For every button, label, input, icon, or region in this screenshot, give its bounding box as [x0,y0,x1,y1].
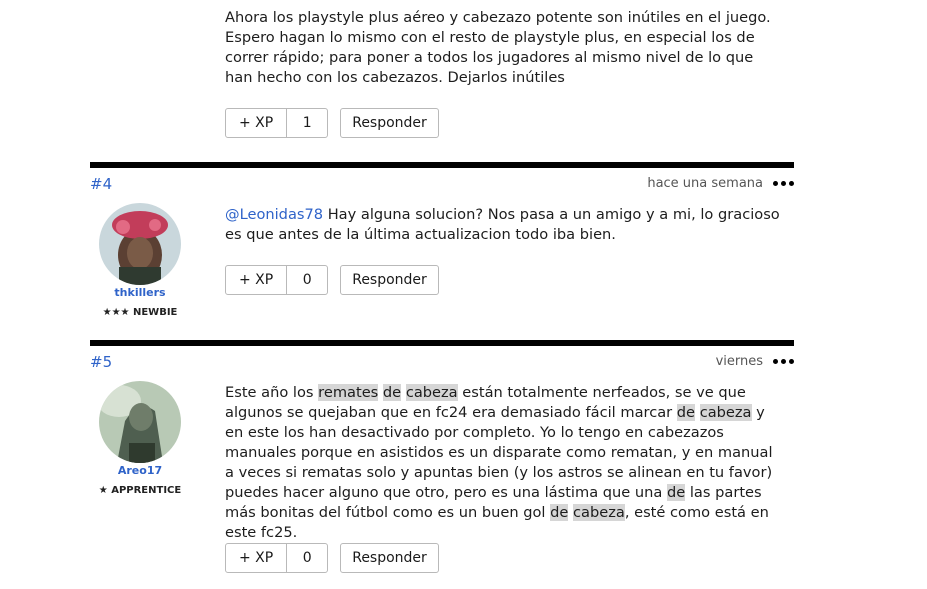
avatar[interactable] [99,203,181,285]
post-time: viernes [715,354,763,369]
post-body: Este año los remates de cabeza están tot… [225,383,785,543]
post-number[interactable]: #4 [90,175,112,193]
username-link[interactable]: thkillers [90,286,190,299]
search-highlight: de [666,484,686,501]
post-time: hace una semana [647,176,763,191]
post-divider [90,162,794,168]
post-number[interactable]: #5 [90,353,112,371]
xp-count: 0 [302,272,312,288]
add-xp-button[interactable]: + XP [226,544,288,572]
post-actions: + XP 0 Responder [225,265,439,295]
user-rank: ★★★ NEWBIE [102,307,178,318]
post-actions: + XP 0 Responder [225,543,439,573]
post-body: @Leonidas78 Hay alguna solucion? Nos pas… [225,205,785,245]
username-link[interactable]: Areo17 [90,464,190,477]
search-highlight: cabeza [405,384,458,401]
reply-button[interactable]: Responder [340,265,439,295]
search-highlight: de [676,404,696,421]
search-highlight: cabeza [699,404,752,421]
search-highlight: cabeza [573,504,625,521]
reply-button[interactable]: Responder [340,543,439,573]
post-body: Ahora los playstyle plus aéreo y cabezaz… [225,9,771,86]
search-highlight: de [382,384,402,401]
add-xp-button[interactable]: + XP [226,266,288,294]
text-segment [695,404,700,421]
post-meta: hace una semana [647,176,794,191]
avatar[interactable] [99,381,181,463]
post-meta: viernes [716,354,794,369]
text-segment: Este año los [225,384,319,401]
xp-group: + XP 1 [225,108,329,138]
xp-count: 1 [302,115,312,131]
user-rank: ★ APPRENTICE [98,485,182,496]
user-mention[interactable]: @Leonidas78 [225,206,323,223]
add-xp-button[interactable]: + XP [226,109,288,137]
more-dots-icon[interactable] [773,359,794,364]
more-dots-icon[interactable] [773,181,794,186]
post-divider [90,340,794,346]
search-highlight: de [550,504,569,521]
reply-button[interactable]: Responder [340,108,439,138]
post-actions: + XP 1 Responder [225,108,439,138]
xp-group: + XP 0 [225,543,329,573]
xp-count: 0 [302,550,312,566]
search-highlight: remates [318,384,379,401]
xp-group: + XP 0 [225,265,329,295]
